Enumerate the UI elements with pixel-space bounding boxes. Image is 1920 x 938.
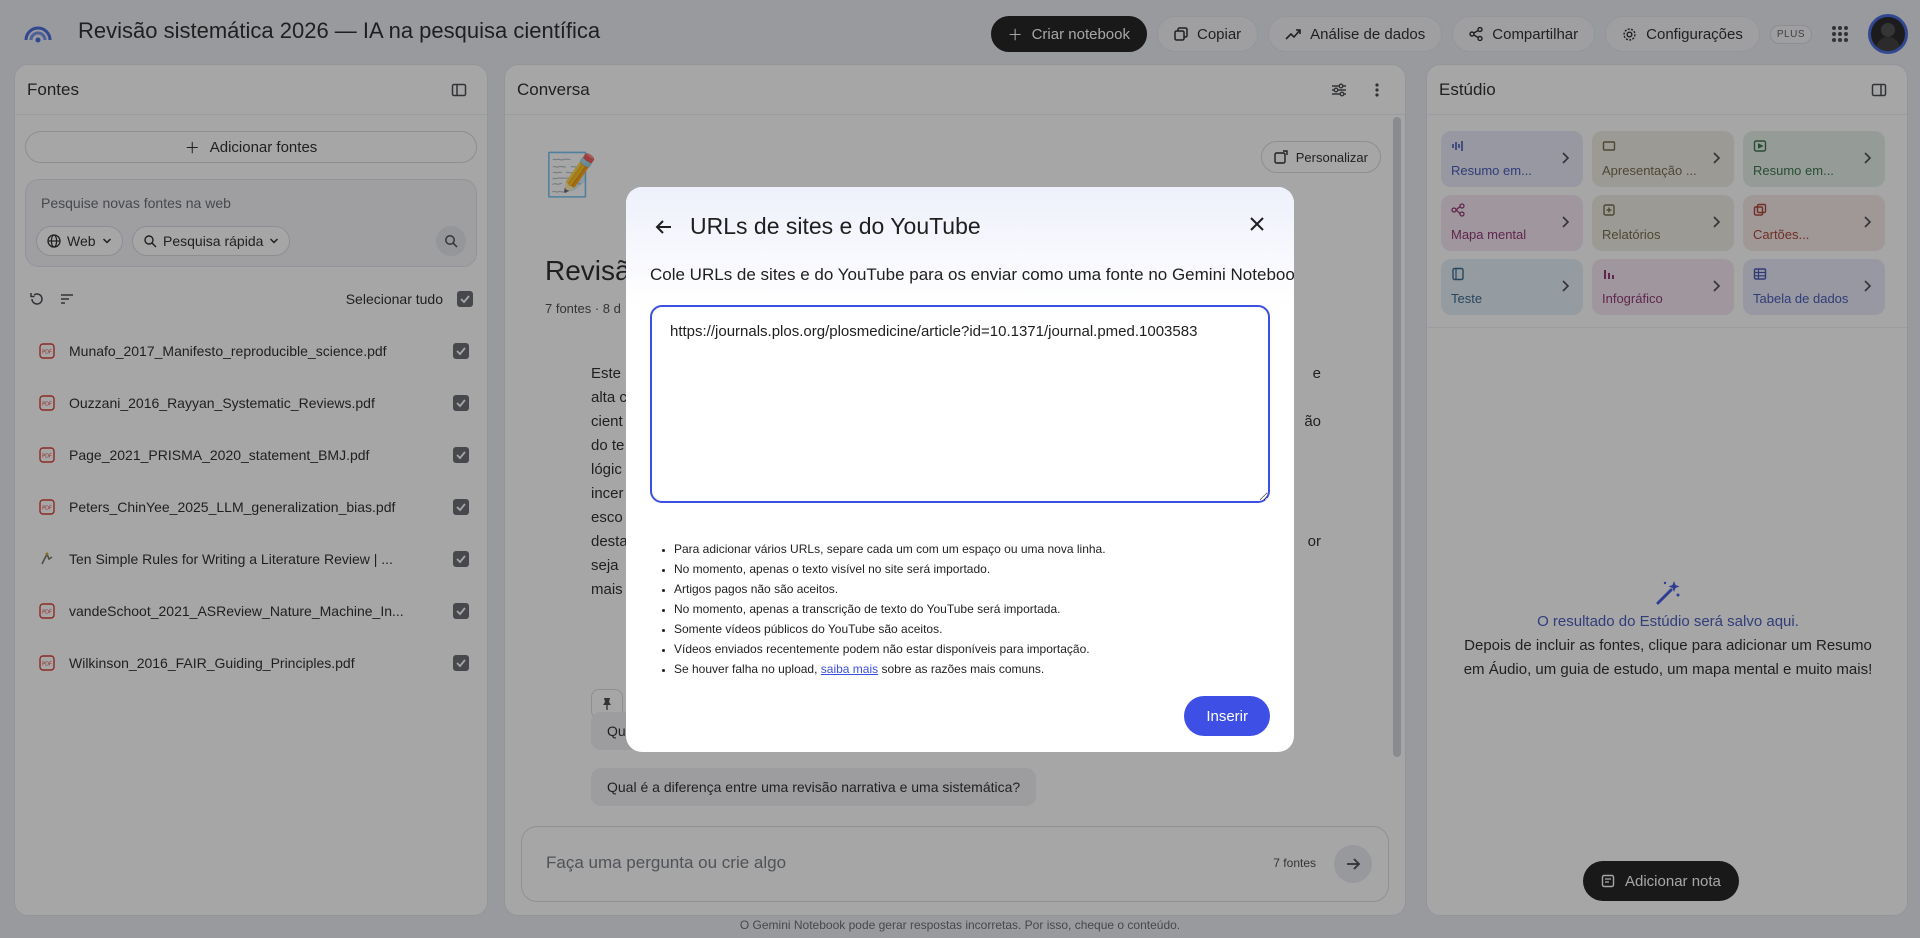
tip-item: No momento, apenas a transcrição de text… (674, 599, 1106, 619)
dialog-description: Cole URLs de sites e do YouTube para os … (650, 265, 1294, 284)
url-tips-list: Para adicionar vários URLs, separe cada … (674, 539, 1106, 679)
dialog-title: URLs de sites e do YouTube (690, 213, 981, 239)
tip-item: Somente vídeos públicos do YouTube são a… (674, 619, 1106, 639)
back-button[interactable] (650, 213, 678, 241)
dialog-header-gradient (626, 187, 1294, 307)
insert-button[interactable]: Inserir (1184, 696, 1270, 736)
arrow-left-icon (655, 220, 671, 234)
close-button[interactable] (1242, 209, 1272, 239)
learn-more-link[interactable]: saiba mais (821, 662, 878, 676)
tip-item: Vídeos enviados recentemente podem não e… (674, 639, 1106, 659)
add-url-dialog: URLs de sites e do YouTube Cole URLs de … (626, 187, 1294, 752)
tip-text: sobre as razões mais comuns. (878, 662, 1045, 676)
url-textarea[interactable]: https://journals.plos.org/plosmedicine/a… (650, 305, 1270, 503)
tip-item: Se houver falha no upload, saiba mais so… (674, 659, 1106, 679)
tip-text: Se houver falha no upload, (674, 662, 821, 676)
tip-item: No momento, apenas o texto visível no si… (674, 559, 1106, 579)
close-icon (1250, 217, 1264, 231)
tip-item: Para adicionar vários URLs, separe cada … (674, 539, 1106, 559)
tip-item: Artigos pagos não são aceitos. (674, 579, 1106, 599)
